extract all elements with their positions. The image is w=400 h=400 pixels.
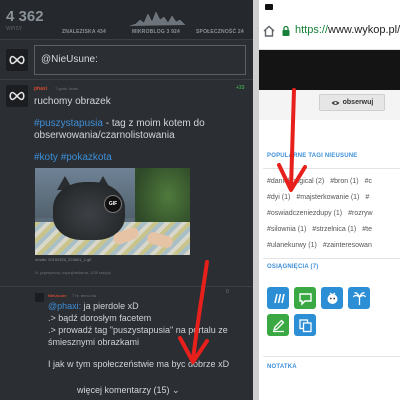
observe-label: obserwuj bbox=[342, 99, 374, 106]
comment-text-fragment: ja pierdole xD bbox=[81, 301, 139, 311]
url-host: www.wykop.pl/ bbox=[328, 24, 400, 36]
tag-link[interactable]: #rozryw bbox=[348, 210, 373, 217]
tag-link[interactable]: #zainteresowan bbox=[323, 242, 372, 249]
avatar[interactable] bbox=[35, 293, 44, 302]
entry-footer: N. pojedynczy, kopiuj/reklama, 1/39 razy… bbox=[35, 270, 111, 275]
comment-text-line: śmiesznymi obrazkami bbox=[48, 337, 140, 347]
tag-link[interactable]: #dyi (1) bbox=[267, 194, 290, 201]
new-entry-row: @NieUsune: bbox=[0, 40, 253, 80]
mikroblog-panel: 4 362 WPISY ZNALEZISKA 434 MIKROBLOG 3 9… bbox=[0, 0, 253, 400]
achievement-badge[interactable] bbox=[267, 314, 289, 336]
avatar[interactable] bbox=[6, 85, 28, 107]
lock-icon bbox=[282, 25, 290, 36]
user-mention[interactable]: @phaxi: bbox=[48, 301, 81, 311]
entry-time: 7 godz. temu bbox=[55, 86, 79, 91]
entry-text-line: #puszystapusia - tag z moim kotem do bbox=[34, 118, 205, 130]
comment-text-line: .> prowadź tag "puszystapusia" na portal… bbox=[48, 325, 228, 335]
achievement-badge[interactable] bbox=[294, 287, 316, 309]
entry-text-fragment: - tag z moim kotem do bbox=[102, 118, 205, 129]
speech-bubble-icon bbox=[298, 292, 312, 306]
achievement-badge[interactable] bbox=[294, 314, 316, 336]
url-field[interactable]: https://www.wykop.pl/ bbox=[295, 24, 400, 36]
more-comments-button[interactable]: więcej komentarzy (15) ⌄ bbox=[77, 385, 180, 396]
more-comments-label: więcej komentarzy (15) bbox=[77, 385, 170, 395]
tag-row: #danielmagical (2) #bron (1) #c bbox=[267, 178, 378, 185]
profile-stats-bar: 4 362 WPISY ZNALEZISKA 434 MIKROBLOG 3 9… bbox=[0, 0, 253, 40]
pen-icon bbox=[272, 319, 284, 332]
entry-input[interactable]: @NieUsune: bbox=[34, 45, 246, 75]
phone-status-bar bbox=[259, 0, 400, 14]
comment: NieUsune 7 hr. temu via 0 @phaxi: ja pie… bbox=[0, 286, 253, 400]
eye-icon bbox=[331, 100, 340, 105]
tag-row: #ulanekurwy (1) #zainteresowan bbox=[267, 242, 378, 249]
entry-text-line: obserwowania/czarnolistowania bbox=[34, 130, 175, 141]
microblog-entry: phaxi 7 godz. temu +33 ruchomy obrazek #… bbox=[0, 82, 253, 400]
achievements-heading: OSIĄGNIĘCIA (7) bbox=[267, 264, 319, 270]
achievement-badge[interactable] bbox=[321, 287, 343, 309]
popular-tags-heading: POPULARNE TAGI NIEUSUNE bbox=[267, 153, 358, 159]
tag-link[interactable]: #c bbox=[365, 178, 372, 185]
gif-play-badge[interactable]: GIF bbox=[104, 195, 122, 213]
home-icon[interactable] bbox=[262, 24, 276, 38]
tag-link[interactable]: #majsterkowanie (1) bbox=[296, 194, 359, 201]
comment-text-line: I jak w tym społeczeństwie ma byc dobrze… bbox=[48, 359, 230, 369]
profile-header-banner bbox=[259, 50, 400, 90]
achievement-badge[interactable] bbox=[348, 287, 370, 309]
scratch-marks-icon bbox=[273, 293, 285, 303]
image-source-caption[interactable]: źródło: 20190320_224601_1.gif bbox=[35, 257, 91, 262]
browser-address-bar: https://www.wykop.pl/ bbox=[259, 14, 400, 50]
notification-icon bbox=[265, 4, 273, 10]
entry-votes[interactable]: +33 bbox=[236, 85, 244, 91]
url-scheme: https:// bbox=[295, 24, 329, 36]
chevron-down-icon: ⌄ bbox=[172, 385, 180, 395]
stat-spolecznosc[interactable]: SPOŁECZNOŚĆ 24 bbox=[196, 29, 244, 35]
tag-link[interactable]: #oswiadczeniezdupy (1) bbox=[267, 210, 342, 217]
entry-text-line: ruchomy obrazek bbox=[34, 96, 111, 107]
comment-time: 7 hr. temu via bbox=[72, 293, 97, 298]
tag-link[interactable]: #puszystapusia bbox=[34, 118, 103, 129]
face-icon bbox=[327, 292, 337, 304]
screenshot-frame: 4 362 WPISY ZNALEZISKA 434 MIKROBLOG 3 9… bbox=[0, 0, 400, 400]
comment-text-line: @phaxi: ja pierdole xD bbox=[48, 301, 139, 312]
entry-tags-line: #koty #pokazkota bbox=[34, 152, 112, 164]
tag-link[interactable]: #bron (1) bbox=[330, 178, 358, 185]
entry-author[interactable]: phaxi bbox=[34, 86, 47, 92]
activity-graph-icon bbox=[130, 11, 185, 27]
copy-icon bbox=[298, 318, 312, 332]
comment-text-line: .> bądź dorosłym facetem bbox=[48, 313, 152, 323]
tag-link[interactable]: #pokazkota bbox=[61, 152, 112, 163]
section-divider bbox=[263, 258, 400, 259]
section-divider bbox=[263, 356, 400, 357]
comment-vote-count[interactable]: 0 bbox=[226, 289, 229, 295]
cat-gif-image[interactable]: GIF bbox=[35, 168, 190, 255]
tag-link[interactable]: #strzelnica (1) bbox=[312, 226, 356, 233]
observe-button[interactable]: obserwuj bbox=[319, 94, 385, 111]
infinity-icon bbox=[9, 91, 25, 101]
palm-tree-icon bbox=[352, 291, 366, 305]
profile-sidebar-panel: https://www.wykop.pl/ obserwuj POPULARNE… bbox=[259, 0, 400, 400]
tag-link[interactable]: # bbox=[365, 194, 369, 201]
tag-row: #oswiadczeniezdupy (1) #rozryw bbox=[267, 210, 379, 217]
section-divider bbox=[263, 168, 400, 169]
achievement-badge[interactable] bbox=[267, 287, 289, 309]
tag-link[interactable]: #silownia (1) bbox=[267, 226, 306, 233]
tag-link[interactable]: #koty bbox=[34, 152, 58, 163]
entries-count-label: WPISY bbox=[6, 26, 23, 32]
avatar[interactable] bbox=[6, 49, 28, 71]
tag-link[interactable]: #ulanekurwy (1) bbox=[267, 242, 317, 249]
stat-znaleziska[interactable]: ZNALEZISKA 434 bbox=[62, 29, 106, 35]
comment-author[interactable]: NieUsune bbox=[48, 293, 66, 298]
infinity-icon bbox=[9, 55, 25, 65]
tag-link[interactable]: #danielmagical (2) bbox=[267, 178, 324, 185]
entries-count: 4 362 bbox=[6, 8, 44, 25]
stat-mikroblog[interactable]: MIKROBLOG 3 924 bbox=[132, 29, 180, 35]
tag-row: #silownia (1) #strzelnica (1) #te bbox=[267, 226, 378, 233]
tag-link[interactable]: #te bbox=[362, 226, 372, 233]
notes-heading: NOTATKA bbox=[267, 364, 297, 370]
tag-row: #dyi (1) #majsterkowanie (1) # bbox=[267, 194, 375, 201]
